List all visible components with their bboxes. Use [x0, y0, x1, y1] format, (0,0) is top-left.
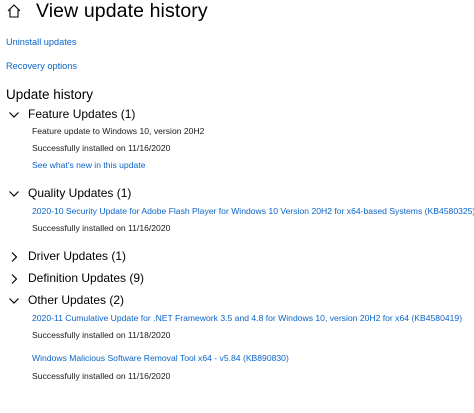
group-label: Other Updates (2) [28, 293, 125, 307]
page-header: View update history [6, 0, 208, 22]
chevron-down-icon [8, 187, 20, 199]
group-label: Feature Updates (1) [28, 107, 136, 121]
group-driver-updates[interactable]: Driver Updates (1) [8, 248, 126, 264]
update-status: Successfully installed on 11/16/2020 [32, 143, 171, 153]
update-link[interactable]: Windows Malicious Software Removal Tool … [32, 353, 289, 363]
update-link[interactable]: 2020-10 Security Update for Adobe Flash … [32, 206, 474, 216]
update-status: Successfully installed on 11/18/2020 [32, 330, 171, 340]
recovery-options-link[interactable]: Recovery options [6, 61, 77, 71]
group-quality-updates[interactable]: Quality Updates (1) [8, 185, 131, 201]
settings-page: View update history Uninstall updates Re… [0, 0, 474, 413]
whats-new-link[interactable]: See what's new in this update [32, 160, 145, 170]
group-other-updates[interactable]: Other Updates (2) [8, 292, 124, 308]
update-status: Successfully installed on 11/16/2020 [32, 223, 171, 233]
chevron-right-icon [8, 272, 20, 284]
update-link[interactable]: 2020-11 Cumulative Update for .NET Frame… [32, 313, 462, 323]
chevron-down-icon [8, 294, 20, 306]
group-label: Driver Updates (1) [28, 249, 127, 263]
update-history-heading: Update history [6, 87, 94, 102]
page-title: View update history [36, 0, 208, 22]
group-feature-updates[interactable]: Feature Updates (1) [8, 106, 135, 122]
group-definition-updates[interactable]: Definition Updates (9) [8, 270, 144, 286]
chevron-right-icon [8, 250, 20, 262]
group-label: Quality Updates (1) [28, 186, 132, 200]
update-name: Feature update to Windows 10, version 20… [32, 126, 205, 136]
home-icon[interactable] [6, 3, 22, 19]
chevron-down-icon [8, 108, 20, 120]
update-status: Successfully installed on 11/16/2020 [32, 371, 171, 381]
uninstall-updates-link[interactable]: Uninstall updates [6, 37, 76, 47]
group-label: Definition Updates (9) [28, 271, 145, 285]
